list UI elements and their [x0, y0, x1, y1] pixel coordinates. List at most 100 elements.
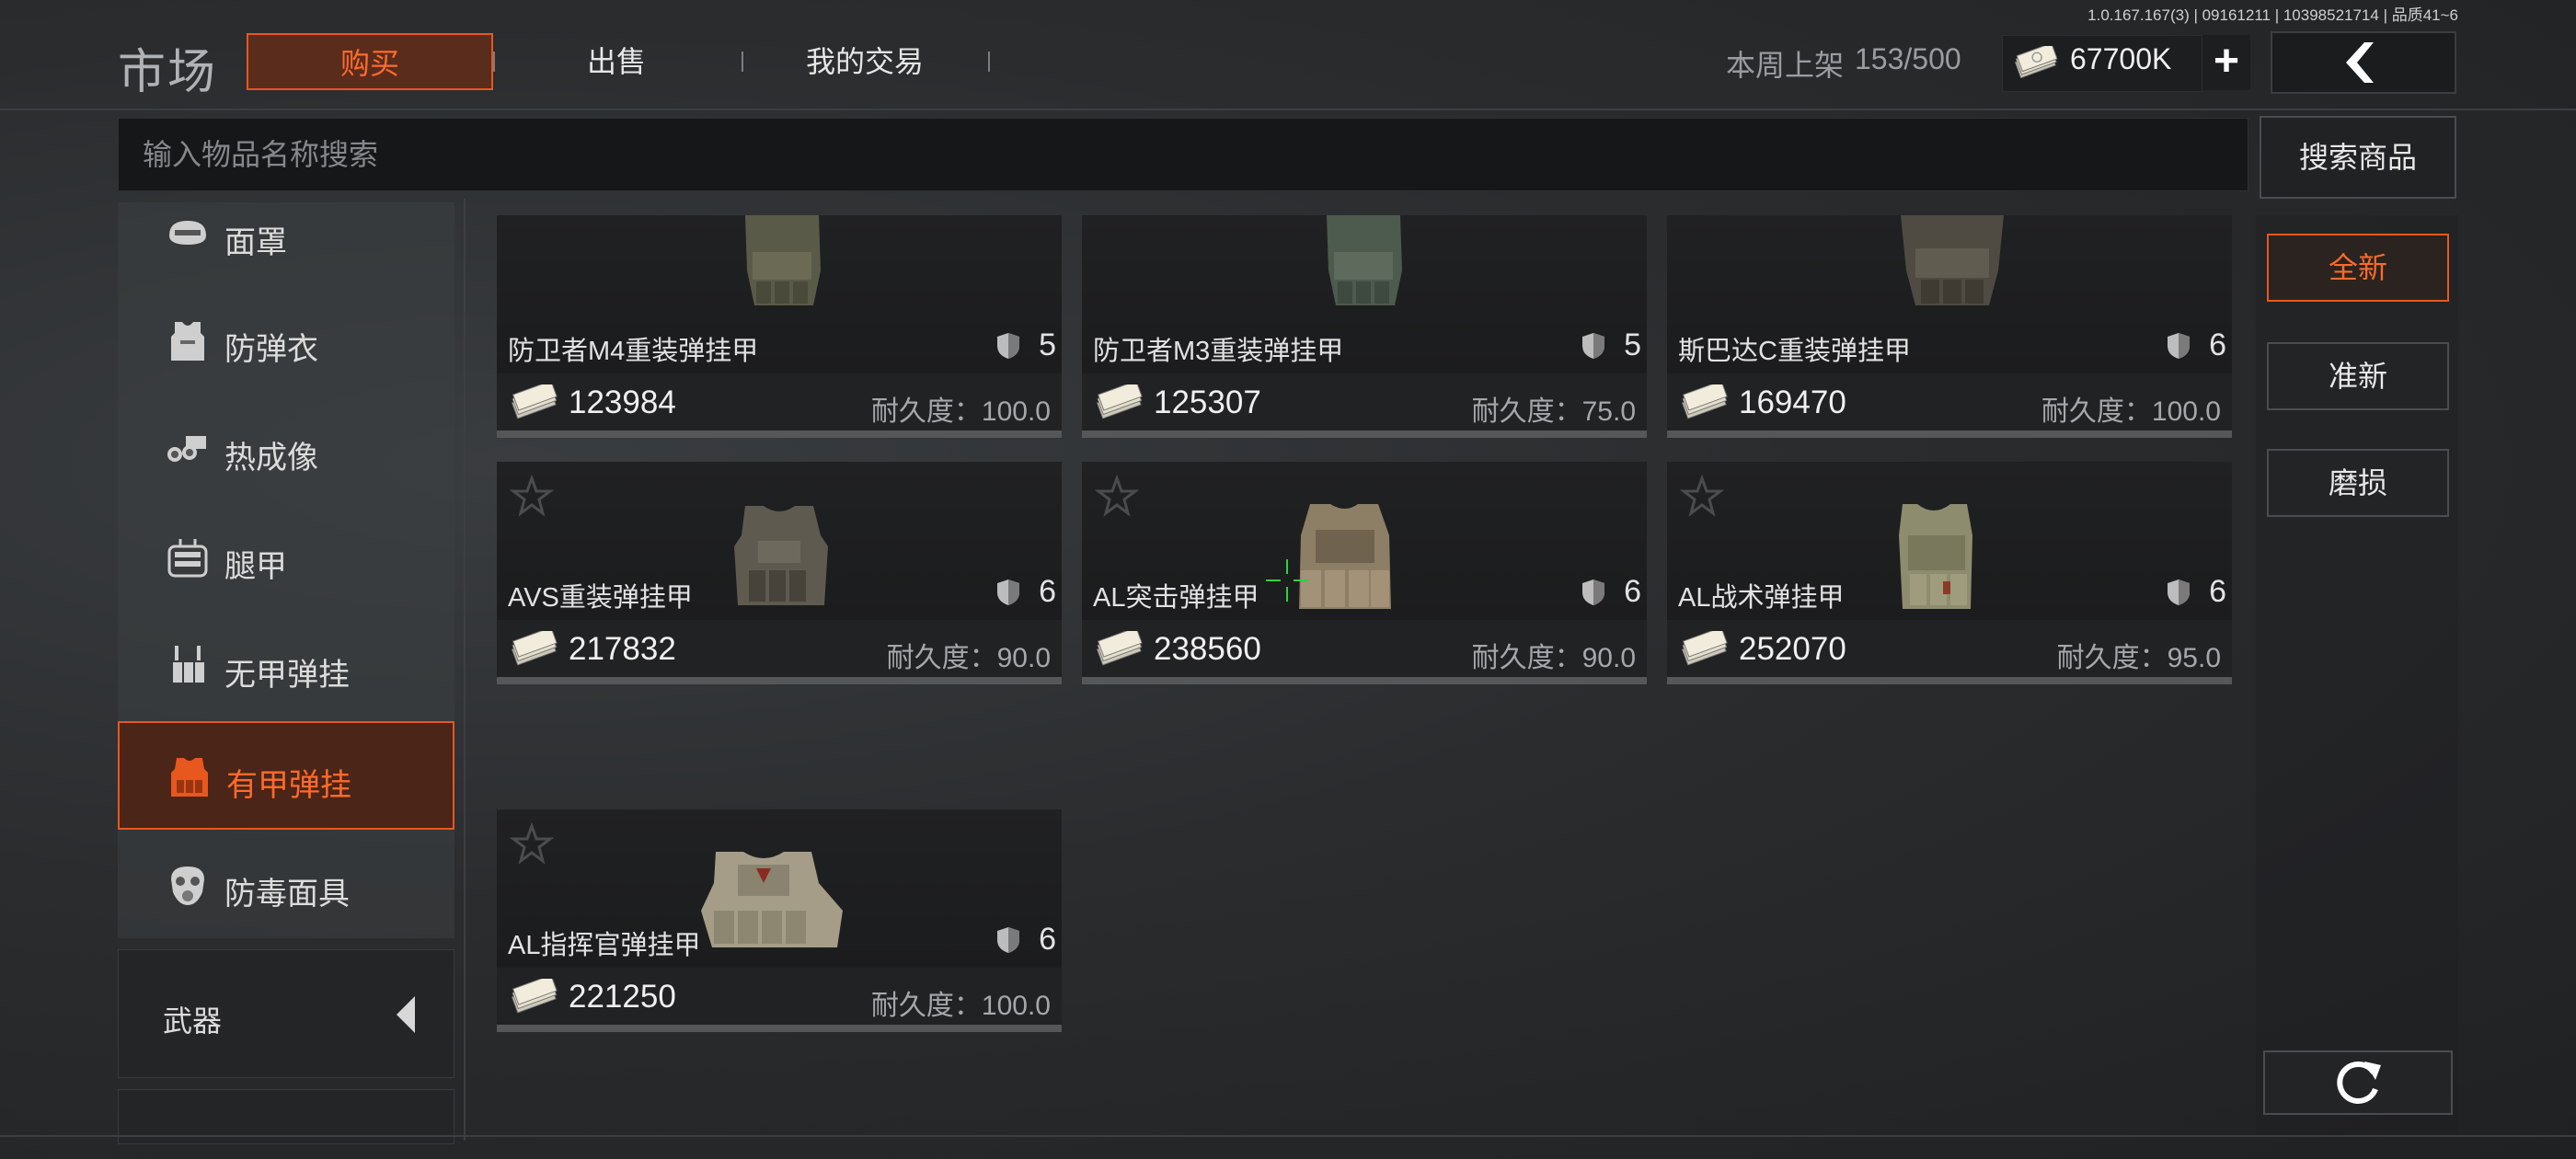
tab-divider — [742, 52, 743, 72]
item-name: 斯巴达C重装弹挂甲 — [1678, 337, 1911, 366]
tab-sell[interactable]: 出售 — [515, 33, 718, 90]
price-row: 125307 耐久度：75.0 — [1082, 373, 1647, 430]
sidebar-item-leg-armor[interactable]: 腿甲 — [118, 504, 454, 613]
item-price: 123984 — [569, 384, 676, 420]
weekly-listing-label: 本周上架 — [1726, 49, 1845, 82]
leg-armor-icon — [167, 539, 208, 578]
item-card[interactable]: 防卫者M4重装弹挂甲 5 123984 耐久度：100.0 — [497, 215, 1062, 438]
armor-level: 5 — [1624, 327, 1641, 362]
armor-level: 6 — [1039, 922, 1056, 957]
shield-icon — [997, 927, 1019, 953]
armor-level: 6 — [2209, 327, 2226, 362]
item-card[interactable]: AL指挥官弹挂甲 6 221250 耐久度：100.0 — [497, 809, 1062, 1032]
price-row: 252070 耐久度：95.0 — [1667, 620, 2232, 677]
search-button[interactable]: 搜索商品 — [2260, 116, 2456, 199]
chevron-left-icon — [2346, 42, 2374, 83]
sidebar-item-body-armor[interactable]: 防弹衣 — [118, 287, 454, 396]
shield-icon — [997, 580, 1019, 605]
currency-amount: 67700K — [2070, 42, 2172, 75]
sidebar-item-label: 防弹衣 — [224, 332, 318, 367]
header-divider — [0, 109, 2576, 110]
item-durability: 耐久度：100.0 — [870, 396, 1051, 427]
tab-buy[interactable]: 购买 — [247, 33, 493, 90]
armor-level: 6 — [1039, 574, 1056, 609]
shield-icon — [2168, 580, 2190, 605]
item-durability: 耐久度：100.0 — [2041, 396, 2221, 427]
sidebar-item-thermal[interactable]: 热成像 — [118, 396, 454, 504]
cash-icon — [2014, 46, 2058, 79]
tab-divider — [988, 52, 990, 72]
durability-bar — [497, 430, 1062, 438]
gas-mask-icon — [171, 866, 204, 905]
shield-icon — [2168, 333, 2190, 359]
filter-worn[interactable]: 磨损 — [2267, 449, 2449, 517]
cash-icon — [1096, 631, 1143, 666]
cash-icon — [1096, 384, 1143, 419]
filter-like-new[interactable]: 准新 — [2267, 342, 2449, 410]
item-durability: 耐久度：90.0 — [1471, 643, 1636, 673]
item-name: AL战术弹挂甲 — [1678, 583, 1845, 613]
durability-bar — [1667, 430, 2232, 438]
armor-level: 6 — [2209, 574, 2226, 609]
back-button[interactable] — [2271, 31, 2456, 94]
cash-icon — [511, 631, 558, 666]
price-row: 169470 耐久度：100.0 — [1667, 373, 2232, 430]
durability-bar — [1667, 677, 2232, 684]
item-price: 125307 — [1154, 384, 1261, 420]
sidebar-item-gas-mask[interactable]: 防毒面具 — [118, 832, 454, 940]
item-card[interactable]: 斯巴达C重装弹挂甲 6 169470 耐久度：100.0 — [1667, 215, 2232, 438]
sidebar-divider — [464, 199, 466, 1141]
item-durability: 耐久度：90.0 — [886, 643, 1051, 673]
version-string: 1.0.167.167(3) | 09161211 | 10398521714 … — [2087, 6, 2458, 24]
sidebar-item-chest-rig[interactable]: 无甲弹挂 — [118, 613, 454, 721]
price-row: 221250 耐久度：100.0 — [497, 968, 1062, 1025]
chest-rig-icon — [173, 646, 204, 683]
shield-icon — [1582, 580, 1604, 605]
durability-bar — [497, 1025, 1062, 1032]
tab-my-trades[interactable]: 我的交易 — [754, 33, 975, 90]
sidebar-item-label: 无甲弹挂 — [224, 658, 350, 693]
filter-new[interactable]: 全新 — [2267, 234, 2449, 302]
crosshair-icon — [1266, 559, 1308, 602]
armor-level: 6 — [1624, 574, 1641, 609]
sidebar-item-label: 有甲弹挂 — [226, 768, 351, 803]
item-name: AL指挥官弹挂甲 — [508, 931, 701, 960]
cash-icon — [1681, 384, 1728, 419]
page-title: 市场 — [118, 46, 218, 99]
thermal-icon — [167, 436, 206, 462]
sidebar-item-label: 防毒面具 — [224, 877, 350, 912]
sidebar-item-mask[interactable]: 面罩 — [118, 180, 454, 289]
item-price: 217832 — [569, 631, 676, 667]
shield-icon — [1582, 333, 1604, 359]
price-row: 123984 耐久度：100.0 — [497, 373, 1062, 430]
sidebar-item-label: 热成像 — [224, 441, 318, 476]
sidebar-item-armored-rig[interactable]: 有甲弹挂 — [118, 721, 454, 830]
cash-icon — [1681, 631, 1728, 666]
item-card[interactable]: AL突击弹挂甲 6 238560 耐久度：90.0 — [1082, 462, 1647, 684]
item-durability: 耐久度：95.0 — [2056, 643, 2221, 673]
armor-level: 5 — [1039, 327, 1056, 362]
item-card[interactable]: AVS重装弹挂甲 6 217832 耐久度：90.0 — [497, 462, 1062, 684]
price-row: 217832 耐久度：90.0 — [497, 620, 1062, 677]
tab-divider — [493, 52, 495, 72]
footer-divider — [0, 1135, 2576, 1137]
sidebar-item-label: 腿甲 — [224, 549, 287, 584]
item-price: 252070 — [1739, 631, 1846, 667]
refresh-button[interactable] — [2263, 1050, 2453, 1115]
mask-icon — [169, 221, 206, 245]
sidebar-group-weapons[interactable]: 武器 — [118, 949, 454, 1078]
item-durability: 耐久度：75.0 — [1471, 396, 1636, 427]
durability-bar — [1082, 677, 1647, 684]
item-price: 238560 — [1154, 631, 1261, 667]
item-name: 防卫者M3重装弹挂甲 — [1093, 337, 1344, 366]
add-currency-button[interactable]: + — [2202, 35, 2250, 90]
sidebar-item-label: 面罩 — [224, 225, 287, 260]
sidebar-group-label: 武器 — [163, 1004, 223, 1038]
item-card[interactable]: AL战术弹挂甲 6 252070 耐久度：95.0 — [1667, 462, 2232, 684]
armored-rig-icon — [171, 758, 208, 797]
price-row: 238560 耐久度：90.0 — [1082, 620, 1647, 677]
item-card[interactable]: 防卫者M3重装弹挂甲 5 125307 耐久度：75.0 — [1082, 215, 1647, 438]
item-price: 169470 — [1739, 384, 1846, 420]
cash-icon — [511, 979, 558, 1014]
item-price: 221250 — [569, 979, 676, 1015]
